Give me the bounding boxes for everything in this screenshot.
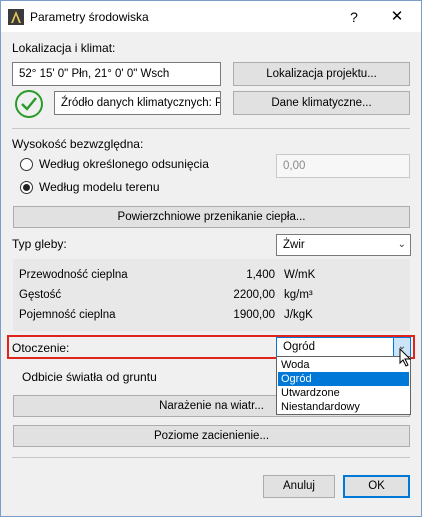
mouse-cursor-icon — [399, 348, 412, 367]
property-row: Przewodność cieplna 1,400 W/mK — [13, 267, 410, 285]
surroundings-select[interactable]: Ogród ⌄ — [276, 337, 411, 357]
dialog-window: Parametry środowiska ? ✕ Lokalizacja i k… — [0, 0, 422, 517]
climate-data-button[interactable]: Dane klimatyczne... — [233, 91, 410, 115]
property-unit: kg/m³ — [284, 289, 313, 301]
offset-radio-label: Według określonego odsunięcia — [39, 157, 209, 171]
dropdown-option-selected[interactable]: Ogród — [278, 372, 409, 386]
chevron-down-icon: ⌄ — [397, 239, 406, 250]
title-bar[interactable]: Parametry środowiska ? ✕ — [1, 1, 421, 32]
divider — [12, 128, 410, 129]
horizontal-shading-button[interactable]: Poziome zacienienie... — [13, 425, 410, 447]
project-location-button[interactable]: Lokalizacja projektu... — [233, 62, 410, 86]
dropdown-option[interactable]: Niestandardowy — [278, 400, 409, 414]
soil-properties-panel: Przewodność cieplna 1,400 W/mK Gęstość 2… — [13, 259, 410, 331]
surroundings-value: Ogród — [283, 341, 315, 353]
surroundings-label: Otoczenie: — [12, 341, 70, 355]
check-circle-icon — [15, 90, 43, 118]
terrain-radio-label: Według modelu terenu — [39, 180, 160, 194]
coordinates-field: 52° 15' 0" Płn, 21° 0' 0" Wsch — [12, 62, 221, 86]
soil-type-select[interactable]: Żwir ⌄ — [276, 234, 411, 256]
ground-reflection-label: Odbicie światła od gruntu — [22, 370, 157, 384]
property-name: Przewodność cieplna — [19, 269, 128, 281]
help-button[interactable]: ? — [334, 3, 374, 31]
divider — [12, 457, 410, 458]
close-icon[interactable]: ✕ — [377, 3, 417, 31]
location-section-label: Lokalizacja i klimat: — [12, 41, 116, 55]
cancel-button[interactable]: Anuluj — [263, 475, 335, 498]
soil-type-label: Typ gleby: — [12, 237, 67, 251]
property-name: Gęstość — [19, 289, 62, 301]
property-row: Gęstość 2200,00 kg/m³ — [13, 287, 410, 305]
climate-source-field: Źródło danych klimatycznych: Pl — [54, 91, 221, 115]
property-value: 1900,00 — [233, 309, 275, 321]
terrain-radio[interactable] — [20, 181, 33, 194]
dropdown-option[interactable]: Woda — [278, 358, 409, 372]
offset-value-field[interactable]: 0,00 — [276, 154, 410, 178]
altitude-section-label: Wysokość bezwzględna: — [12, 137, 144, 151]
surroundings-dropdown-list: Woda Ogród Utwardzone Niestandardowy — [276, 356, 411, 415]
surface-heat-transfer-button[interactable]: Powierzchniowe przenikanie ciepła... — [13, 206, 410, 228]
property-unit: W/mK — [284, 269, 316, 281]
soil-type-value: Żwir — [283, 239, 305, 251]
dropdown-option[interactable]: Utwardzone — [278, 386, 409, 400]
ok-button[interactable]: OK — [343, 475, 410, 498]
property-row: Pojemność cieplna 1900,00 J/kgK — [13, 307, 410, 325]
radio-selected-dot — [23, 184, 30, 191]
offset-radio[interactable] — [20, 158, 33, 171]
property-name: Pojemność cieplna — [19, 309, 116, 321]
archicad-app-icon — [8, 9, 24, 25]
property-unit: J/kgK — [284, 309, 313, 321]
window-title: Parametry środowiska — [30, 10, 149, 24]
property-value: 2200,00 — [233, 289, 275, 301]
property-value: 1,400 — [246, 269, 275, 281]
